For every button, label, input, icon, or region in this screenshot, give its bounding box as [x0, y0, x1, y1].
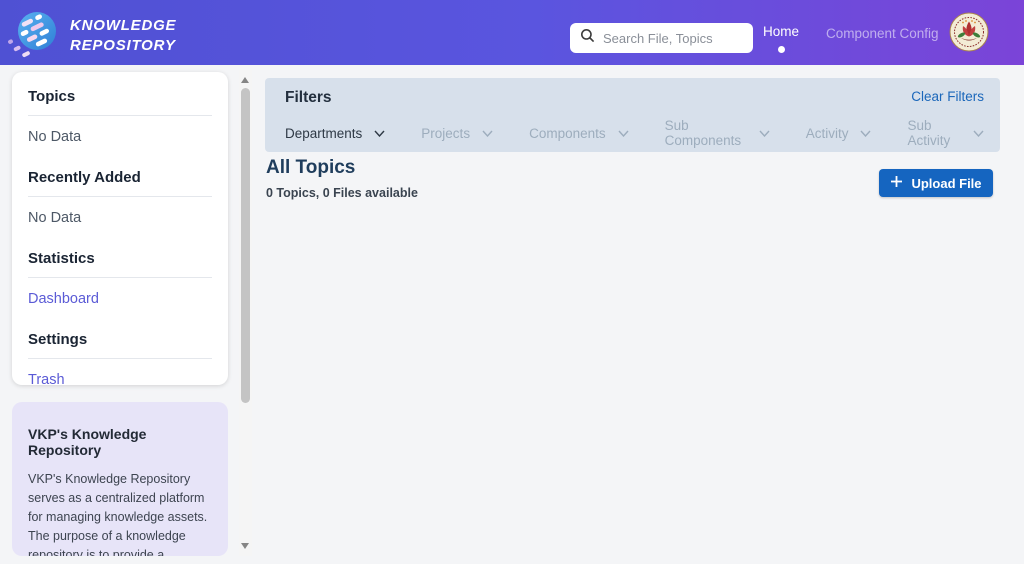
search-bar[interactable] [570, 23, 753, 53]
scroll-up-icon[interactable] [241, 77, 249, 83]
filter-dropdown-components[interactable]: Components [529, 118, 629, 148]
filter-dropdown-activity[interactable]: Activity [806, 118, 872, 148]
emblem-avatar-icon [949, 39, 989, 56]
chevron-down-icon [973, 130, 984, 137]
page-title: All Topics [266, 157, 355, 179]
search-input[interactable] [603, 31, 743, 46]
sidebar: Topics No Data Recently Added No Data St… [12, 72, 228, 385]
globe-logo-icon [6, 8, 60, 63]
clear-filters-link[interactable]: Clear Filters [911, 89, 984, 104]
nav-home[interactable]: Home [761, 24, 801, 53]
plus-icon [890, 175, 903, 191]
upload-file-label: Upload File [911, 176, 981, 191]
sidebar-section-title: Statistics [28, 250, 212, 278]
filter-dropdown-sub-components[interactable]: Sub Components [665, 118, 770, 148]
no-data-text: No Data [28, 210, 212, 226]
sidebar-section-title: Topics [28, 88, 212, 116]
trash-link[interactable]: Trash [28, 372, 65, 388]
nav-home-label: Home [763, 24, 799, 39]
sidebar-section-title: Settings [28, 331, 212, 359]
dashboard-link[interactable]: Dashboard [28, 291, 99, 307]
upload-file-button[interactable]: Upload File [879, 169, 993, 197]
sidebar-section-statistics: Statistics Dashboard [28, 250, 212, 307]
sidebar-section-topics: Topics No Data [28, 88, 212, 145]
about-card: VKP's Knowledge Repository VKP's Knowled… [12, 402, 228, 556]
filter-dropdown-departments[interactable]: Departments [285, 118, 385, 148]
chevron-down-icon [860, 130, 871, 137]
sidebar-section-settings: Settings Trash [28, 331, 212, 388]
about-card-body: VKP's Knowledge Repository serves as a c… [28, 470, 212, 556]
brand-name: KNOWLEDGE REPOSITORY [70, 16, 176, 55]
app-header: KNOWLEDGE REPOSITORY Home Component Conf… [0, 0, 1024, 65]
nav-component-config-label: Component Config [826, 26, 939, 41]
chevron-down-icon [618, 130, 629, 137]
chevron-down-icon [374, 130, 385, 137]
chevron-down-icon [759, 130, 770, 137]
no-data-text: No Data [28, 129, 212, 145]
filters-panel: Filters Clear Filters Departments Projec… [265, 78, 1000, 152]
active-indicator-dot [778, 46, 785, 53]
sidebar-section-title: Recently Added [28, 169, 212, 197]
chevron-down-icon [482, 130, 493, 137]
filter-dropdown-projects[interactable]: Projects [421, 118, 493, 148]
app-logo: KNOWLEDGE REPOSITORY [6, 8, 176, 63]
filter-dropdown-row: Departments Projects Components Sub Comp… [285, 118, 984, 148]
sidebar-scrollbar[interactable] [239, 70, 252, 556]
about-card-title: VKP's Knowledge Repository [28, 426, 212, 458]
scrollbar-thumb[interactable] [241, 88, 250, 403]
user-avatar[interactable] [949, 12, 989, 52]
topics-count-subtitle: 0 Topics, 0 Files available [266, 186, 418, 200]
nav-component-config[interactable]: Component Config [826, 26, 939, 41]
scroll-down-icon[interactable] [241, 543, 249, 549]
search-icon [580, 28, 595, 48]
filter-dropdown-sub-activity[interactable]: Sub Activity [907, 118, 984, 148]
sidebar-section-recently-added: Recently Added No Data [28, 169, 212, 226]
filters-title: Filters [285, 89, 332, 107]
